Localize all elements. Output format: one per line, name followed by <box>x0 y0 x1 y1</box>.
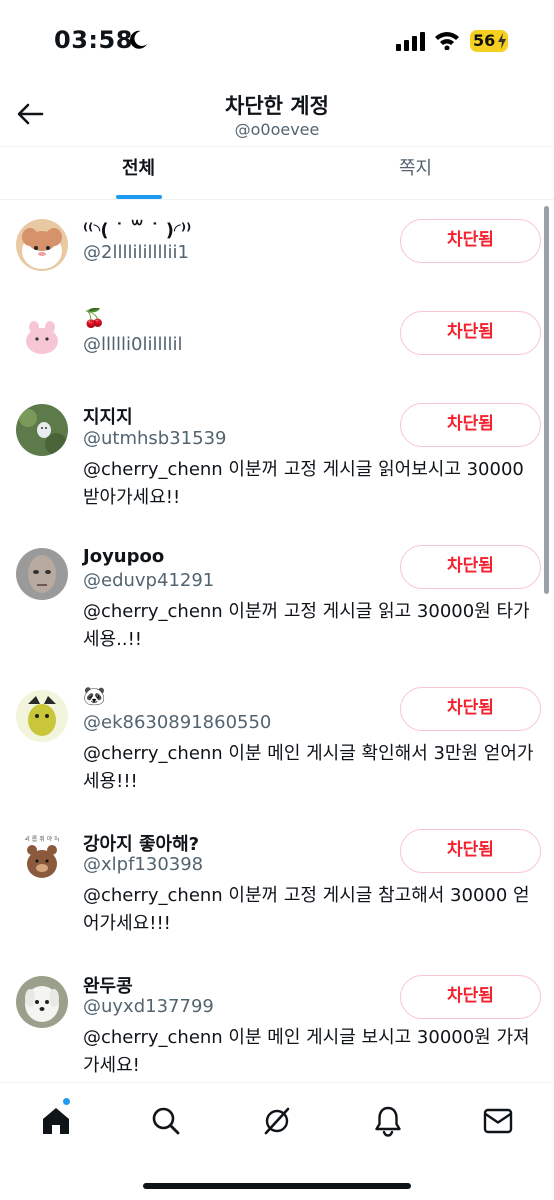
moon-icon <box>130 30 147 49</box>
account-name: 완두콩 <box>83 976 133 997</box>
page-subtitle: @o0oevee <box>234 120 320 139</box>
account-handle: @uyxd137799 <box>83 996 214 1017</box>
face-avatar-image <box>16 548 68 600</box>
account-name: 🍒 <box>83 308 106 329</box>
account-bio: @cherry_chenn 이분꺼 고정 게시글 읽어보시고 30000 받아가… <box>83 459 524 508</box>
avatar[interactable] <box>16 311 68 363</box>
yellow-character-avatar-image <box>16 690 68 742</box>
nature-avatar-image <box>16 404 68 456</box>
blocked-button[interactable]: 차단됨 <box>400 545 541 589</box>
blocked-accounts-list: ⁽⁽◝( ˙ ꒳ ˙ )◜⁾⁾ @2llllilillllii1 차단됨 🍒 @… <box>0 200 554 1082</box>
list-item[interactable]: 지지지 @utmhsb31539 @cherry_chenn 이분꺼 고정 게시… <box>0 400 554 540</box>
tab-bar: 전체 쪽지 <box>0 146 554 200</box>
avatar[interactable] <box>16 976 68 1028</box>
avatar[interactable] <box>16 404 68 456</box>
nav-home[interactable] <box>36 1101 76 1141</box>
battery-level: 56 <box>473 31 496 50</box>
account-handle: @ek8630891860550 <box>83 712 272 733</box>
tab-messages[interactable]: 쪽지 <box>277 147 554 200</box>
list-item[interactable]: 완두콩 @uyxd137799 @cherry_chenn 이분 메인 게시글 … <box>0 968 554 1082</box>
blocked-button[interactable]: 차단됨 <box>400 219 541 263</box>
account-handle: @2llllilillllii1 <box>83 242 189 263</box>
blocked-button[interactable]: 차단됨 <box>400 975 541 1019</box>
dog-avatar-image <box>16 976 68 1028</box>
home-indicator <box>143 1183 411 1189</box>
pink-character-avatar-image <box>16 311 68 363</box>
avatar[interactable] <box>16 690 68 742</box>
mail-icon <box>483 1108 513 1134</box>
account-name: 지지지 <box>83 407 133 428</box>
blocked-button[interactable]: 차단됨 <box>400 687 541 731</box>
avatar[interactable]: 외 롭 쥐 야 하 <box>16 832 68 884</box>
list-item[interactable]: Joyupoo @eduvp41291 @cherry_chenn 이분꺼 고정… <box>0 542 554 684</box>
home-icon <box>43 1108 69 1134</box>
signal-icon <box>396 32 425 51</box>
hamster-avatar-image <box>16 219 68 271</box>
list-item[interactable]: 외 롭 쥐 야 하 강아지 좋아해? @xlpf130398 @cherry_c… <box>0 826 554 968</box>
account-handle: @utmhsb31539 <box>83 428 227 449</box>
battery-indicator: 56 <box>470 30 508 52</box>
bear-avatar-image: 외 롭 쥐 야 하 <box>16 832 68 884</box>
notification-dot <box>62 1097 71 1106</box>
nav-messages[interactable] <box>478 1101 518 1141</box>
account-bio: @cherry_chenn 이분 메인 게시글 확인해서 3만원 얻어가세용!!… <box>83 743 534 792</box>
account-name: ⁽⁽◝( ˙ ꒳ ˙ )◜⁾⁾ <box>83 220 192 241</box>
status-time: 03:58 <box>54 26 133 54</box>
account-bio: @cherry_chenn 이분 메인 게시글 보시고 30000원 가져가세요… <box>83 1027 530 1076</box>
search-icon <box>152 1107 180 1135</box>
wifi-icon <box>435 32 459 50</box>
account-name: 강아지 좋아해? <box>83 834 200 855</box>
account-handle: @xlpf130398 <box>83 854 204 875</box>
tab-all[interactable]: 전체 <box>0 147 277 200</box>
charging-bolt-icon <box>498 33 506 49</box>
grok-icon <box>264 1107 290 1135</box>
blocked-button[interactable]: 차단됨 <box>400 829 541 873</box>
account-bio: @cherry_chenn 이분꺼 고정 게시글 참고해서 30000 얻어가세… <box>83 885 530 934</box>
avatar-caption: 외 롭 쥐 야 하 <box>24 835 60 843</box>
page-title: 차단한 계정 <box>225 94 329 118</box>
nav-notifications[interactable] <box>368 1101 408 1141</box>
list-item[interactable]: 🐼 @ek8630891860550 @cherry_chenn 이분 메인 게… <box>0 684 554 826</box>
blocked-button[interactable]: 차단됨 <box>400 311 541 355</box>
status-bar: 03:58 56 <box>0 0 554 84</box>
bell-icon <box>375 1106 401 1137</box>
account-bio: @cherry_chenn 이분꺼 고정 게시글 읽고 30000원 타가세용.… <box>83 601 530 650</box>
avatar[interactable] <box>16 219 68 271</box>
account-handle: @eduvp41291 <box>83 570 215 591</box>
list-item[interactable]: 🍒 @llllli0lillllil 차단됨 <box>0 300 554 400</box>
nav-grok[interactable] <box>257 1101 297 1141</box>
account-name: 🐼 <box>83 686 106 707</box>
list-item[interactable]: ⁽⁽◝( ˙ ꒳ ˙ )◜⁾⁾ @2llllilillllii1 차단됨 <box>0 200 554 300</box>
blocked-button[interactable]: 차단됨 <box>400 403 541 447</box>
scrollbar[interactable] <box>544 206 549 594</box>
tab-indicator <box>116 195 162 199</box>
page-header: 차단한 계정 @o0oevee <box>0 84 554 146</box>
nav-search[interactable] <box>146 1101 186 1141</box>
account-handle: @llllli0lillllil <box>83 334 183 355</box>
account-name: Joyupoo <box>83 546 165 567</box>
avatar[interactable] <box>16 548 68 600</box>
